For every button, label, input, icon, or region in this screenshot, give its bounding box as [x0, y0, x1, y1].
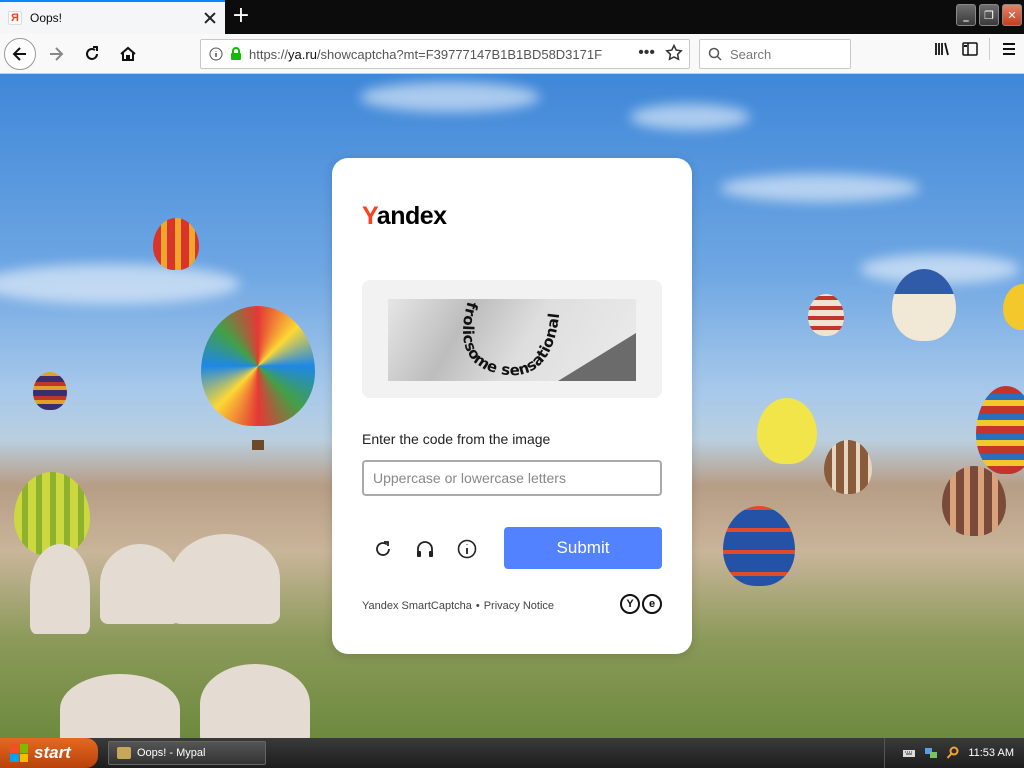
hot-air-balloon	[153, 218, 199, 270]
url-actions: •••	[638, 44, 683, 62]
forward-button[interactable]	[40, 38, 72, 70]
reload-button[interactable]	[76, 38, 108, 70]
info-icon[interactable]	[209, 47, 223, 61]
cloud	[720, 174, 920, 202]
rock-formation	[60, 674, 180, 738]
url-bar[interactable]: https://ya.ru/showcaptcha?mt=F39777147B1…	[200, 39, 690, 69]
start-label: start	[34, 743, 71, 762]
audio-captcha-button[interactable]	[412, 536, 438, 562]
minimize-button[interactable]: _	[956, 4, 976, 26]
logo-rest: andex	[376, 202, 447, 230]
yandex-badges: Y e	[620, 594, 662, 614]
privacy-notice-link[interactable]: Privacy Notice	[484, 600, 554, 612]
smartcaptcha-link[interactable]: Yandex SmartCaptcha	[362, 600, 472, 612]
url-host: ya.ru	[288, 46, 317, 62]
restore-button[interactable]: ❐	[979, 4, 999, 26]
new-tab-button[interactable]: +	[230, 5, 252, 27]
captcha-shade	[558, 333, 636, 381]
hot-air-balloon	[824, 440, 872, 494]
system-tray: 11:53 AM	[884, 738, 1024, 768]
hot-air-balloon	[976, 386, 1024, 474]
tab-title: Oops!	[30, 11, 63, 25]
search-bar[interactable]: Search	[699, 39, 851, 69]
rock-formation	[100, 544, 180, 624]
sidebar-icon[interactable]	[961, 40, 979, 58]
page-actions-icon[interactable]: •••	[638, 44, 655, 62]
url-path: /showcaptcha?mt=F39777147B1B1BD58D3171F	[316, 46, 603, 62]
hot-air-balloon	[942, 466, 1006, 536]
cloud	[0, 264, 240, 304]
hot-air-balloon	[757, 398, 817, 464]
toolbar-divider	[989, 38, 990, 60]
yandex-logo: Yandex	[362, 202, 447, 231]
library-icon[interactable]	[933, 40, 951, 58]
captcha-card: Yandex frolicsome sensational Enter the …	[332, 158, 692, 654]
home-button[interactable]	[112, 38, 144, 70]
hamburger-menu-icon[interactable]	[1000, 40, 1018, 58]
logo-letter-y: Y	[362, 202, 377, 230]
captcha-footer: Yandex SmartCaptcha • Privacy Notice	[362, 600, 554, 612]
url-scheme: https://	[249, 46, 289, 62]
arrow-left-icon	[12, 46, 26, 61]
arrow-right-icon	[50, 46, 64, 61]
taskbar-item-mypal[interactable]: Oops! - Mypal	[108, 741, 266, 765]
clock[interactable]: 11:53 AM	[968, 747, 1014, 759]
window-controls: _ ❐ ✕	[956, 4, 1022, 26]
hot-air-balloon	[201, 306, 315, 426]
home-icon	[120, 46, 136, 61]
hot-air-balloon	[14, 472, 90, 556]
hot-air-balloon	[33, 372, 67, 410]
balloon-basket	[252, 440, 264, 450]
toolbar-right	[933, 38, 1018, 60]
start-button[interactable]: start	[0, 738, 98, 768]
hot-air-balloon	[1003, 284, 1024, 330]
tab-strip: Я Oops! + _ ❐ ✕	[0, 0, 1024, 34]
refresh-icon	[376, 541, 390, 556]
cloud	[360, 82, 540, 112]
tab-oops[interactable]: Я Oops!	[0, 0, 225, 34]
refresh-captcha-button[interactable]	[370, 536, 396, 562]
hot-air-balloon	[723, 506, 795, 586]
keyboard-icon[interactable]	[902, 746, 916, 760]
info-circle-icon	[457, 539, 477, 559]
back-button[interactable]	[4, 37, 36, 70]
browser-badge-icon: e	[642, 594, 662, 614]
captcha-words: frolicsome sensational	[459, 300, 563, 379]
taskbar: start Oops! - Mypal 11:53 AM	[0, 738, 1024, 768]
headphones-icon	[417, 541, 433, 557]
windows-flag-icon	[10, 744, 28, 762]
reload-icon	[86, 45, 98, 60]
captcha-image: frolicsome sensational	[388, 299, 636, 381]
page-content: Yandex frolicsome sensational Enter the …	[0, 74, 1024, 738]
yandex-badge-icon: Y	[620, 594, 640, 614]
captcha-code-input[interactable]	[362, 460, 662, 496]
hot-air-balloon	[892, 269, 956, 341]
info-captcha-button[interactable]	[454, 536, 480, 562]
network-icon[interactable]	[924, 746, 938, 760]
rock-formation	[200, 664, 310, 738]
navigation-toolbar: https://ya.ru/showcaptcha?mt=F39777147B1…	[0, 34, 1024, 74]
lock-icon[interactable]	[229, 47, 243, 61]
search-tray-icon[interactable]	[946, 746, 960, 760]
bookmark-star-icon[interactable]	[665, 44, 683, 62]
hot-air-balloon	[808, 294, 844, 336]
footer-separator: •	[475, 600, 480, 612]
close-window-button[interactable]: ✕	[1002, 4, 1022, 26]
tab-close-icon[interactable]	[203, 11, 217, 25]
taskbar-item-label: Oops! - Mypal	[137, 747, 206, 759]
rock-formation	[170, 534, 280, 624]
cloud	[630, 104, 750, 130]
search-placeholder: Search	[730, 46, 772, 62]
captcha-image-box: frolicsome sensational	[362, 280, 662, 398]
search-icon	[708, 47, 722, 61]
yandex-favicon-icon: Я	[8, 11, 22, 25]
mypal-icon	[117, 747, 131, 759]
captcha-prompt: Enter the code from the image	[362, 431, 551, 447]
rock-formation	[30, 544, 90, 634]
svg-text:frolicsome sensational: frolicsome sensational	[459, 300, 563, 379]
url-text[interactable]: https://ya.ru/showcaptcha?mt=F39777147B1…	[249, 47, 629, 62]
submit-button[interactable]: Submit	[504, 527, 662, 569]
